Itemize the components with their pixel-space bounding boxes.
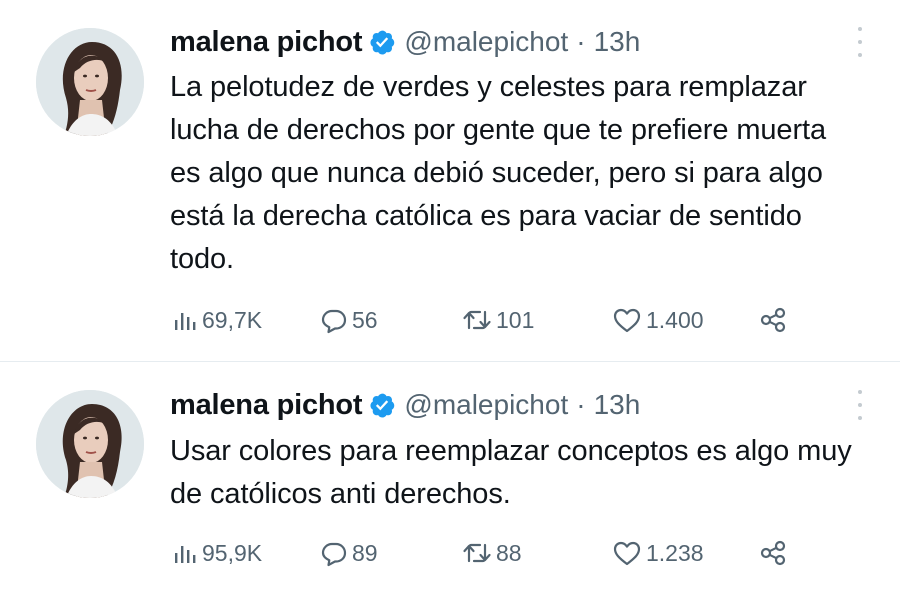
display-name[interactable]: malena pichot (170, 389, 363, 422)
avatar[interactable] (36, 28, 144, 136)
avatar[interactable] (36, 390, 144, 498)
like-button[interactable]: 1.400 (612, 300, 704, 340)
display-name[interactable]: malena pichot (170, 26, 363, 59)
timestamp[interactable]: 13h (594, 26, 641, 58)
action-bar: 95,9K 89 88 1.238 (172, 533, 812, 573)
verified-badge-icon (368, 391, 396, 419)
heart-icon (612, 306, 642, 334)
separator-dot: · (576, 389, 586, 420)
tweet-header: malena pichot @malepichot · 13h (170, 22, 640, 62)
verified-badge-icon (368, 28, 396, 56)
more-vertical-icon[interactable] (853, 390, 867, 420)
timestamp[interactable]: 13h (594, 389, 641, 421)
more-vertical-icon[interactable] (853, 27, 867, 57)
share-button[interactable] (758, 533, 788, 573)
retweet-count: 101 (496, 306, 535, 333)
avatar-photo (36, 28, 144, 136)
like-count: 1.400 (646, 306, 704, 333)
like-button[interactable]: 1.238 (612, 533, 704, 573)
retweet-button[interactable]: 88 (462, 533, 522, 573)
reply-bubble-icon (320, 306, 348, 334)
reply-button[interactable]: 89 (320, 533, 378, 573)
share-icon (758, 305, 788, 335)
reply-bubble-icon (320, 539, 348, 567)
user-handle[interactable]: @malepichot (404, 389, 568, 421)
separator-dot: · (576, 26, 586, 57)
tweet-1[interactable]: malena pichot @malepichot · 13h La pelot… (0, 0, 900, 362)
action-bar: 69,7K 56 101 1.400 (172, 300, 812, 340)
user-handle[interactable]: @malepichot (404, 26, 568, 58)
tweet-2[interactable]: malena pichot @malepichot · 13h Usar col… (0, 363, 900, 600)
tweet-text: Usar colores para reemplazar conceptos e… (170, 435, 852, 510)
views-count: 95,9K (202, 539, 263, 566)
reply-count: 56 (352, 306, 378, 333)
retweet-count: 88 (496, 539, 522, 566)
views-bar-chart-icon (172, 540, 198, 566)
like-count: 1.238 (646, 539, 704, 566)
share-icon (758, 538, 788, 568)
views-button[interactable]: 69,7K (172, 300, 262, 340)
retweet-icon (462, 539, 492, 567)
retweet-icon (462, 306, 492, 334)
views-button[interactable]: 95,9K (172, 533, 262, 573)
views-count: 69,7K (202, 306, 263, 333)
share-button[interactable] (758, 300, 788, 340)
heart-icon (612, 539, 642, 567)
reply-count: 89 (352, 539, 378, 566)
avatar-photo (36, 390, 144, 498)
tweet-header: malena pichot @malepichot · 13h (170, 385, 640, 425)
retweet-button[interactable]: 101 (462, 300, 534, 340)
tweet-text: La pelotudez de verdes y celestes para r… (170, 71, 826, 275)
reply-button[interactable]: 56 (320, 300, 378, 340)
tweet-divider (0, 361, 900, 362)
views-bar-chart-icon (172, 307, 198, 333)
